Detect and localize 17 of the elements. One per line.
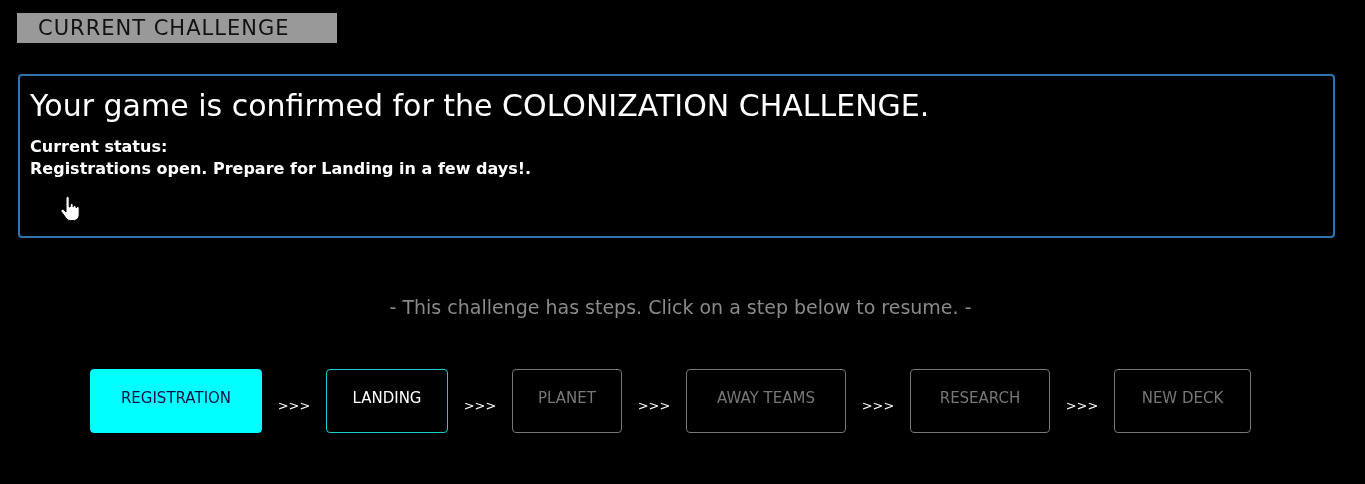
headline: Your game is confirmed for the COLONIZATION CHALLENGE. (30, 87, 931, 125)
step-button[interactable]: LANDING (326, 369, 448, 433)
hand-cursor-icon (60, 196, 80, 222)
hint-text: - This challenge has steps. Click on a step below to resume. - (388, 296, 973, 320)
step-button[interactable]: RESEARCH (910, 369, 1050, 433)
status-label: Current status: (30, 136, 169, 158)
step-separator: >>> (276, 397, 312, 413)
step-separator: >>> (462, 397, 498, 413)
step-separator: >>> (636, 397, 672, 413)
step-separator: >>> (860, 397, 896, 413)
status-text: Registrations open. Prepare for Landing in a few days!. (30, 158, 533, 180)
section-label: CURRENT CHALLENGE (17, 13, 337, 43)
step-button[interactable]: PLANET (512, 369, 622, 433)
step-button[interactable]: NEW DECK (1114, 369, 1251, 433)
step-button[interactable]: REGISTRATION (90, 369, 262, 433)
step-button[interactable]: AWAY TEAMS (686, 369, 846, 433)
step-separator: >>> (1064, 397, 1100, 413)
